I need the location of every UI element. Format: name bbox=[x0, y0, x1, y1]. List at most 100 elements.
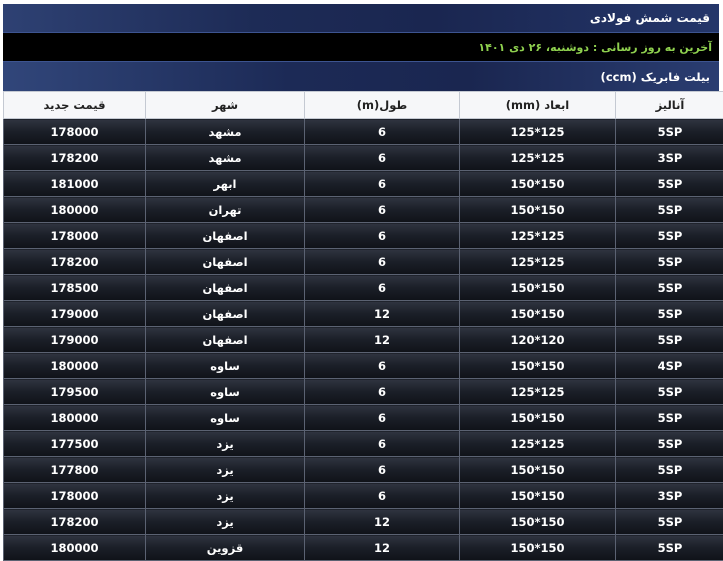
table-row: 5SP150*1506ساوه180000 bbox=[4, 405, 723, 431]
cell-analysis: 3SP bbox=[616, 145, 723, 171]
cell-dimensions: 150*150 bbox=[460, 197, 616, 223]
cell-new-price: 178200 bbox=[4, 145, 146, 171]
table-row: 5SP120*12012اصفهان179000 bbox=[4, 327, 723, 353]
column-header-length: طول(m) bbox=[305, 92, 460, 119]
cell-length: 6 bbox=[305, 197, 460, 223]
cell-new-price: 178000 bbox=[4, 119, 146, 145]
cell-analysis: 5SP bbox=[616, 171, 723, 197]
cell-city: اصفهان bbox=[146, 301, 305, 327]
column-header-city: شهر bbox=[146, 92, 305, 119]
steel-ingot-price-panel: قیمت شمش فولادی آخرین به روز رسانی : دوش… bbox=[3, 4, 719, 561]
cell-new-price: 180000 bbox=[4, 535, 146, 561]
cell-analysis: 3SP bbox=[616, 483, 723, 509]
cell-analysis: 5SP bbox=[616, 509, 723, 535]
cell-length: 6 bbox=[305, 405, 460, 431]
cell-analysis: 5SP bbox=[616, 301, 723, 327]
cell-analysis: 5SP bbox=[616, 457, 723, 483]
cell-new-price: 179000 bbox=[4, 301, 146, 327]
cell-dimensions: 150*150 bbox=[460, 353, 616, 379]
cell-new-price: 177500 bbox=[4, 431, 146, 457]
cell-dimensions: 150*150 bbox=[460, 457, 616, 483]
table-row: 5SP125*1256اصفهان178000 bbox=[4, 223, 723, 249]
table-row: 5SP125*1256ساوه179500 bbox=[4, 379, 723, 405]
cell-dimensions: 150*150 bbox=[460, 405, 616, 431]
cell-city: تهران bbox=[146, 197, 305, 223]
cell-analysis: 5SP bbox=[616, 327, 723, 353]
cell-dimensions: 150*150 bbox=[460, 535, 616, 561]
cell-analysis: 5SP bbox=[616, 223, 723, 249]
cell-city: اصفهان bbox=[146, 275, 305, 301]
cell-city: ساوه bbox=[146, 379, 305, 405]
cell-analysis: 5SP bbox=[616, 379, 723, 405]
cell-analysis: 5SP bbox=[616, 405, 723, 431]
table-row: 5SP150*15012یزد178200 bbox=[4, 509, 723, 535]
cell-dimensions: 125*125 bbox=[460, 223, 616, 249]
cell-length: 12 bbox=[305, 301, 460, 327]
cell-length: 6 bbox=[305, 379, 460, 405]
cell-analysis: 5SP bbox=[616, 431, 723, 457]
cell-dimensions: 125*125 bbox=[460, 379, 616, 405]
table-row: 5SP125*1256مشهد178000 bbox=[4, 119, 723, 145]
cell-dimensions: 150*150 bbox=[460, 301, 616, 327]
last-update-line: آخرین به روز رسانی : دوشنبه، ۲۶ دی ۱۴۰۱ bbox=[3, 33, 719, 61]
cell-analysis: 5SP bbox=[616, 275, 723, 301]
cell-length: 6 bbox=[305, 457, 460, 483]
cell-length: 6 bbox=[305, 223, 460, 249]
cell-length: 12 bbox=[305, 327, 460, 353]
cell-dimensions: 125*125 bbox=[460, 145, 616, 171]
column-header-new-price: قیمت جدید bbox=[4, 92, 146, 119]
cell-dimensions: 120*120 bbox=[460, 327, 616, 353]
table-row: 5SP150*1506تهران180000 bbox=[4, 197, 723, 223]
cell-analysis: 5SP bbox=[616, 249, 723, 275]
cell-length: 6 bbox=[305, 171, 460, 197]
table-row: 5SP150*15012اصفهان179000 bbox=[4, 301, 723, 327]
cell-city: اصفهان bbox=[146, 249, 305, 275]
cell-dimensions: 150*150 bbox=[460, 483, 616, 509]
cell-new-price: 179500 bbox=[4, 379, 146, 405]
cell-dimensions: 150*150 bbox=[460, 275, 616, 301]
cell-analysis: 5SP bbox=[616, 535, 723, 561]
cell-city: اصفهان bbox=[146, 327, 305, 353]
cell-length: 6 bbox=[305, 483, 460, 509]
cell-new-price: 180000 bbox=[4, 405, 146, 431]
cell-city: ساوه bbox=[146, 405, 305, 431]
section-title: بیلت فابریک (ccm) bbox=[3, 61, 719, 91]
cell-city: مشهد bbox=[146, 119, 305, 145]
cell-dimensions: 125*125 bbox=[460, 431, 616, 457]
cell-length: 6 bbox=[305, 275, 460, 301]
cell-dimensions: 150*150 bbox=[460, 509, 616, 535]
cell-city: یزد bbox=[146, 431, 305, 457]
table-header-row: آنالیز ابعاد (mm) طول(m) شهر قیمت جدید bbox=[4, 92, 723, 119]
cell-new-price: 178000 bbox=[4, 223, 146, 249]
price-table: آنالیز ابعاد (mm) طول(m) شهر قیمت جدید 5… bbox=[3, 91, 723, 561]
cell-city: ساوه bbox=[146, 353, 305, 379]
column-header-dimensions: ابعاد (mm) bbox=[460, 92, 616, 119]
cell-length: 12 bbox=[305, 535, 460, 561]
cell-length: 6 bbox=[305, 145, 460, 171]
table-row: 5SP150*1506ابهر181000 bbox=[4, 171, 723, 197]
cell-city: مشهد bbox=[146, 145, 305, 171]
cell-new-price: 178200 bbox=[4, 249, 146, 275]
cell-new-price: 178200 bbox=[4, 509, 146, 535]
cell-city: اصفهان bbox=[146, 223, 305, 249]
cell-length: 6 bbox=[305, 431, 460, 457]
table-row: 5SP150*15012قزوین180000 bbox=[4, 535, 723, 561]
cell-new-price: 178500 bbox=[4, 275, 146, 301]
cell-new-price: 180000 bbox=[4, 353, 146, 379]
cell-city: ابهر bbox=[146, 171, 305, 197]
cell-new-price: 180000 bbox=[4, 197, 146, 223]
cell-new-price: 179000 bbox=[4, 327, 146, 353]
cell-length: 6 bbox=[305, 353, 460, 379]
panel-title: قیمت شمش فولادی bbox=[3, 4, 719, 33]
cell-dimensions: 150*150 bbox=[460, 171, 616, 197]
table-row: 4SP150*1506ساوه180000 bbox=[4, 353, 723, 379]
cell-city: یزد bbox=[146, 457, 305, 483]
cell-dimensions: 125*125 bbox=[460, 119, 616, 145]
cell-new-price: 178000 bbox=[4, 483, 146, 509]
cell-city: یزد bbox=[146, 509, 305, 535]
table-row: 5SP125*1256یزد177500 bbox=[4, 431, 723, 457]
cell-analysis: 4SP bbox=[616, 353, 723, 379]
cell-length: 6 bbox=[305, 119, 460, 145]
cell-analysis: 5SP bbox=[616, 119, 723, 145]
cell-city: یزد bbox=[146, 483, 305, 509]
